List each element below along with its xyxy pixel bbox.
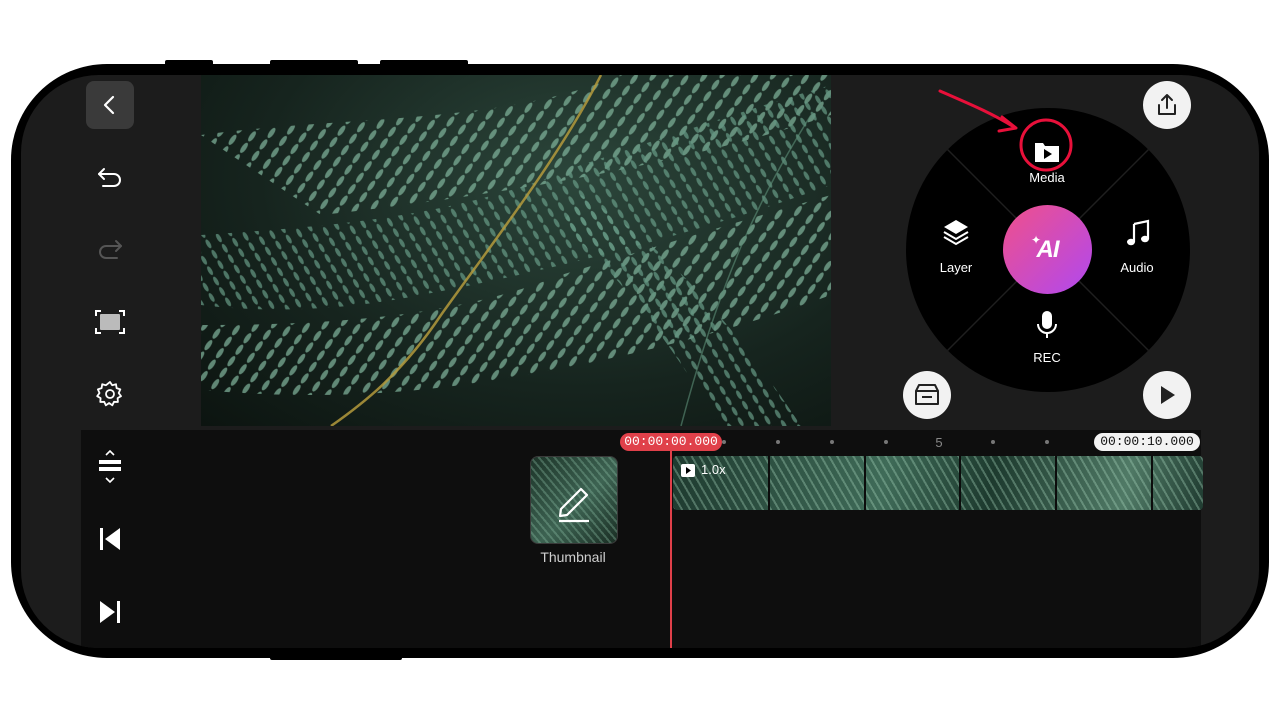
play-button[interactable] (1143, 371, 1191, 419)
ruler-dot (776, 440, 780, 444)
sparkle-icon: ✦ (1031, 233, 1042, 247)
audio-button[interactable] (1121, 217, 1155, 251)
store-icon (915, 384, 939, 405)
skip-to-start-button[interactable] (92, 522, 128, 556)
edit-pencil-icon (558, 487, 589, 523)
audio-label: Audio (1120, 260, 1154, 275)
clip-frame-divider (1055, 456, 1057, 510)
skip-end-icon (100, 601, 120, 623)
redo-icon (99, 240, 122, 259)
rec-label: REC (1033, 350, 1061, 365)
app-screen: Media Layer ✦ AI Audio REC 00:00:00.000 … (21, 75, 1259, 648)
back-button[interactable] (86, 81, 134, 129)
microphone-icon (1037, 311, 1057, 338)
ai-button[interactable]: ✦ AI (1003, 205, 1092, 294)
clip-frame-divider (768, 456, 770, 510)
music-note-icon (1127, 219, 1150, 246)
track-height-button[interactable] (92, 447, 128, 487)
asset-store-button[interactable] (903, 371, 951, 419)
gear-icon (96, 381, 122, 407)
skip-start-icon (100, 528, 120, 550)
chevron-left-icon (103, 95, 115, 115)
fullscreen-icon (95, 310, 125, 334)
thumbnail-label: Thumbnail (540, 549, 606, 565)
thumbnail-button[interactable] (530, 456, 618, 544)
video-clip[interactable]: 1.0x (673, 456, 1203, 510)
ruler-dot (1045, 440, 1049, 444)
undo-icon (98, 168, 121, 187)
layers-icon (943, 220, 969, 246)
ruler-dot (991, 440, 995, 444)
clip-frame-divider (864, 456, 866, 510)
layer-button[interactable] (939, 215, 973, 249)
current-time-badge: 00:00:00.000 (620, 433, 722, 451)
fullscreen-button[interactable] (90, 304, 130, 340)
redo-button[interactable] (90, 233, 130, 267)
layer-label: Layer (939, 260, 973, 275)
media-folder-icon (1035, 143, 1059, 162)
skip-to-end-button[interactable] (92, 595, 128, 629)
playhead[interactable] (670, 451, 672, 648)
clip-type-icon (681, 464, 695, 477)
ruler-dot (722, 440, 726, 444)
clip-frame-divider (1151, 456, 1153, 510)
rec-button[interactable] (1030, 307, 1064, 343)
clip-frame-divider (959, 456, 961, 510)
media-label: Media (1029, 170, 1065, 185)
fern-illustration (201, 75, 831, 426)
track-height-icon (99, 450, 121, 484)
ruler-dot (884, 440, 888, 444)
undo-button[interactable] (90, 161, 130, 195)
play-icon (1161, 386, 1175, 404)
ruler-mark-label: 5 (935, 435, 943, 450)
end-time-badge: 00:00:10.000 (1094, 433, 1200, 451)
settings-button[interactable] (90, 375, 130, 413)
ruler-dot (830, 440, 834, 444)
clip-speed-label: 1.0x (701, 462, 726, 477)
preview-image[interactable] (201, 75, 831, 426)
